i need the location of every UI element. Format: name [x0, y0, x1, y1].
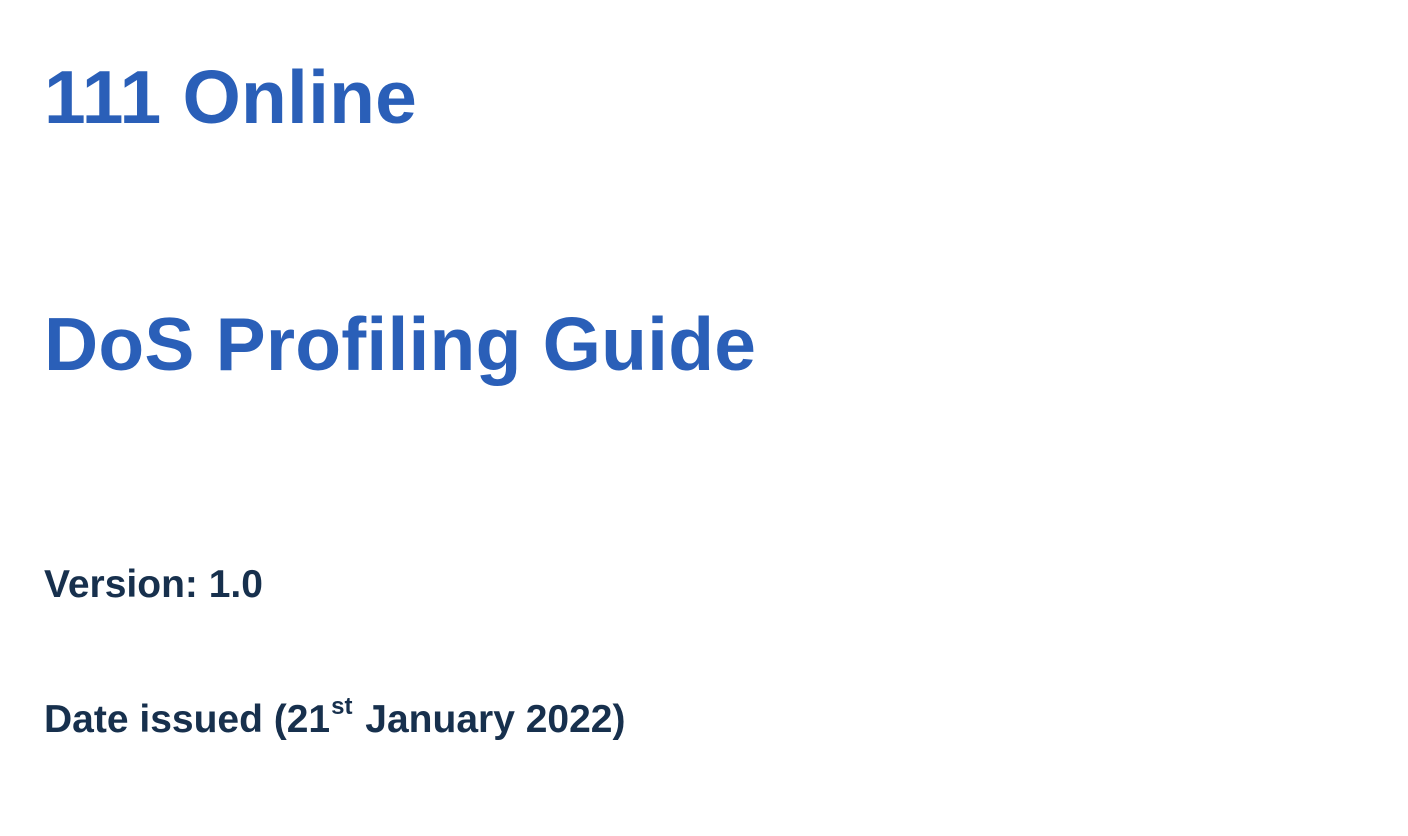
- date-issued-line: Date issued (21st January 2022): [44, 695, 626, 741]
- date-issued-suffix: January 2022): [354, 698, 626, 741]
- document-page: 111 Online DoS Profiling Guide Version: …: [0, 0, 1408, 836]
- version-line: Version: 1.0: [44, 563, 263, 606]
- document-subtitle: DoS Profiling Guide: [44, 302, 757, 386]
- document-title: 111 Online: [44, 55, 418, 139]
- date-issued-prefix: Date issued (21: [44, 698, 331, 741]
- date-ordinal-suffix: st: [331, 693, 353, 720]
